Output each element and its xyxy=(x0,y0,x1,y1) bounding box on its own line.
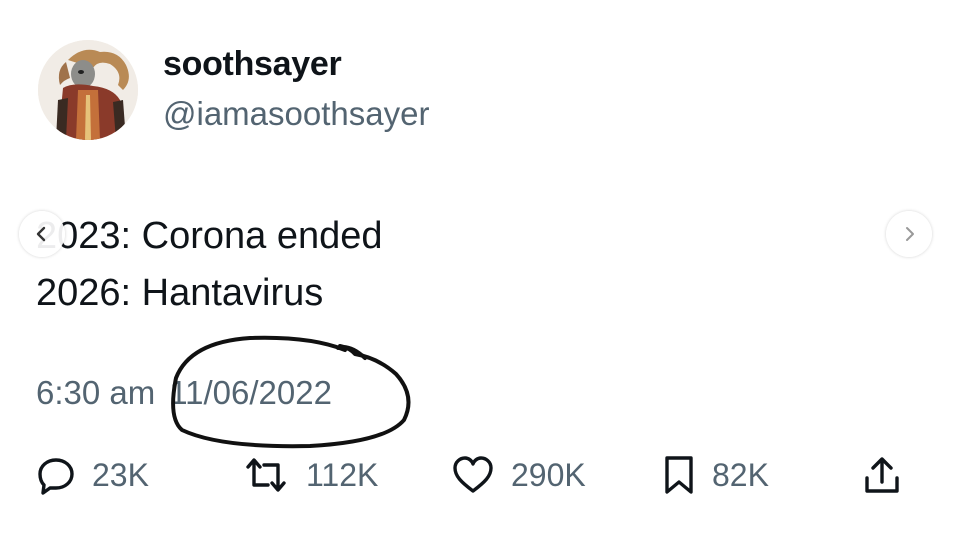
reply-count: 23K xyxy=(92,456,149,493)
carousel-prev-button[interactable] xyxy=(19,211,65,257)
reply-button[interactable]: 23K xyxy=(36,450,149,500)
tweet-card: soothsayer @iamasoothsayer 2023: Corona … xyxy=(0,0,954,536)
tweet-line: 2023: Corona ended xyxy=(36,215,383,257)
bookmark-button[interactable]: 82K xyxy=(662,450,769,500)
share-button[interactable] xyxy=(862,450,902,500)
bookmark-count: 82K xyxy=(712,456,769,493)
share-icon xyxy=(865,457,899,493)
reply-icon xyxy=(38,458,74,495)
display-name[interactable]: soothsayer xyxy=(163,45,342,84)
tweet-time: 6:30 am xyxy=(36,374,156,411)
user-handle[interactable]: @iamasoothsayer xyxy=(163,95,429,133)
retweet-icon xyxy=(246,458,286,492)
retweet-count: 112K xyxy=(306,456,379,493)
chevron-right-icon xyxy=(906,227,914,241)
tweet-timestamp[interactable]: 6:30 am 11/06/2022 xyxy=(36,374,332,412)
tweet-text: 2023: Corona ended 2026: Hantavirus xyxy=(36,208,383,322)
character-avatar-image xyxy=(38,40,138,140)
bookmark-icon xyxy=(665,456,693,494)
avatar[interactable] xyxy=(38,40,138,140)
carousel-next-button[interactable] xyxy=(886,211,932,257)
like-button[interactable]: 290K xyxy=(451,450,586,500)
action-bar: 23K 112K 290K 82K xyxy=(0,450,954,510)
heart-icon xyxy=(453,456,493,493)
retweet-button[interactable]: 112K xyxy=(242,450,378,500)
tweet-date: 11/06/2022 xyxy=(169,374,332,411)
chevron-left-icon xyxy=(36,226,46,242)
like-count: 290K xyxy=(511,456,586,493)
tweet-line: 2026: Hantavirus xyxy=(36,272,324,314)
